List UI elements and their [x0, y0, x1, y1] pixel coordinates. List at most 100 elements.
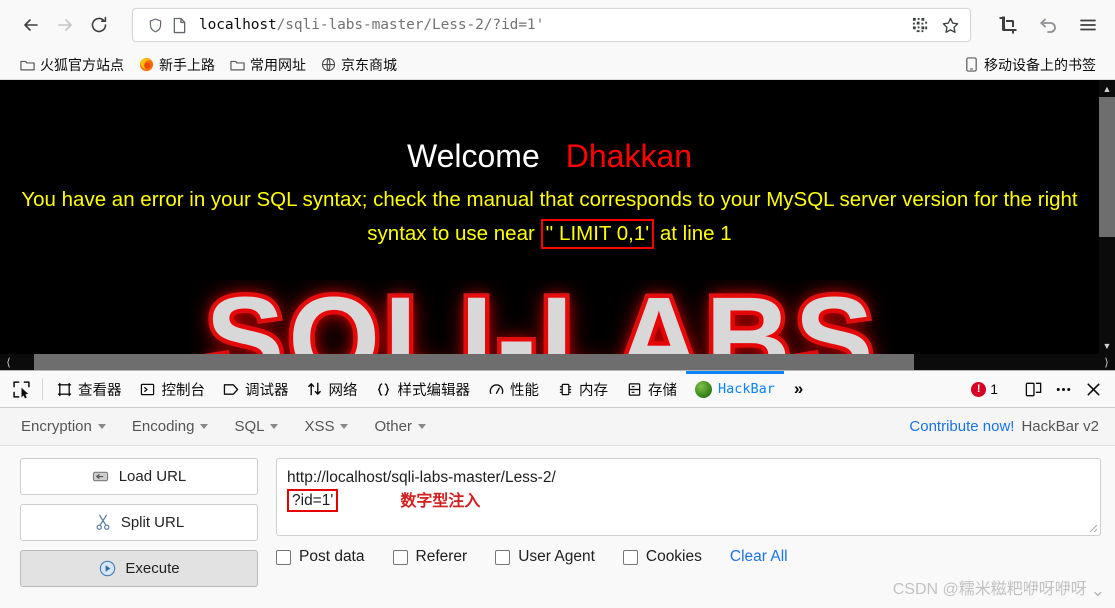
url-textarea-line2: ?id=1' 数字型注入	[287, 489, 1090, 512]
textarea-resize-handle[interactable]	[1086, 521, 1098, 533]
bookmark-item-1[interactable]: 新手上路	[131, 53, 222, 77]
tab-label: 性能	[510, 382, 539, 399]
url-text[interactable]: localhost/sqli-labs-master/Less-2/?id=1'	[191, 17, 906, 33]
reload-button[interactable]	[82, 8, 116, 42]
clear-all-link[interactable]: Clear All	[730, 548, 788, 566]
load-url-button[interactable]: Load URL	[20, 458, 258, 495]
welcome-heading: Welcome Dhakkan	[0, 80, 1099, 175]
checkbox-cookies[interactable]: Cookies	[622, 548, 702, 566]
bookmark-label: 火狐官方站点	[40, 56, 124, 73]
menu-icon[interactable]	[1071, 8, 1105, 42]
checkbox-box[interactable]	[392, 549, 408, 565]
checkbox-label: User Agent	[518, 548, 595, 565]
overflow-chevron-icon: »	[793, 379, 804, 398]
undo-icon[interactable]	[1031, 8, 1065, 42]
page-viewport: Welcome Dhakkan You have an error in your…	[0, 80, 1115, 370]
page-horizontal-scrollbar[interactable]: ⟨ ⟩	[0, 354, 1115, 370]
screenshot-icon[interactable]	[991, 8, 1025, 42]
folder-icon	[229, 57, 245, 73]
star-icon[interactable]	[936, 11, 964, 39]
console-icon	[140, 381, 156, 397]
hackbar-menu-encoding[interactable]: Encoding	[121, 413, 220, 440]
folder-icon	[19, 57, 35, 73]
bookmark-item-0[interactable]: 火狐官方站点	[12, 53, 131, 77]
scroll-up-icon[interactable]: ▲	[1099, 80, 1115, 97]
devtools-tab-storage[interactable]: 存储	[617, 371, 686, 407]
hackbar-menu-other[interactable]: Other	[363, 413, 437, 440]
injection-annotation: 数字型注入	[400, 490, 481, 510]
hackbar-icon	[695, 380, 712, 398]
hackbar-menu-encryption[interactable]: Encryption	[10, 413, 117, 440]
mobile-icon	[963, 57, 979, 73]
hackbar-menu-xss[interactable]: XSS	[293, 413, 359, 440]
qr-code-icon[interactable]	[906, 11, 934, 39]
devtools-tab-inspector[interactable]: 查看器	[47, 371, 131, 407]
tabbar-spacer	[813, 371, 963, 407]
scissors-icon	[94, 514, 112, 532]
execute-button[interactable]: Execute	[20, 550, 258, 587]
url-textarea[interactable]: http://localhost/sqli-labs-master/Less-2…	[276, 458, 1101, 536]
page-vertical-scrollbar[interactable]: ▲ ▼	[1099, 80, 1115, 354]
back-button[interactable]	[14, 8, 48, 42]
devtools-tab-performance[interactable]: 性能	[479, 371, 548, 407]
error-icon: !	[971, 381, 987, 397]
page-banner-text: SQLI-LABS	[201, 280, 878, 354]
browser-window: localhost/sqli-labs-master/Less-2/?id=1'	[0, 0, 1115, 608]
forward-button[interactable]	[48, 8, 82, 42]
page-icon	[167, 17, 191, 34]
chevron-down-icon	[97, 424, 106, 429]
tab-label: 查看器	[78, 382, 122, 399]
devtools-tabbar: 查看器 控制台 调试器 网络 样式编辑器 性能 内存 存储 HackBar » …	[0, 371, 1115, 408]
chevron-down-icon	[417, 424, 426, 429]
element-picker-icon[interactable]	[4, 371, 38, 407]
sql-error-highlight: '' LIMIT 0,1'	[540, 219, 655, 249]
devtools-tab-hackbar[interactable]: HackBar	[686, 371, 784, 407]
page-banner-graphic: SQLI-LABS	[0, 280, 1083, 354]
devtools-tab-style-editor[interactable]: 样式编辑器	[367, 371, 480, 407]
hackbar-menu-sql[interactable]: SQL	[223, 413, 289, 440]
firefox-icon	[138, 57, 154, 73]
checkbox-label: Post data	[299, 548, 365, 565]
more-options-icon[interactable]	[1049, 375, 1077, 403]
address-bar[interactable]: localhost/sqli-labs-master/Less-2/?id=1'	[132, 8, 971, 42]
devtools-tab-network[interactable]: 网络	[298, 371, 367, 407]
button-label: Load URL	[118, 468, 187, 485]
horizontal-scroll-thumb[interactable]	[34, 354, 914, 370]
page-content: Welcome Dhakkan You have an error in your…	[0, 80, 1099, 354]
scroll-right-icon[interactable]: ⟩	[1098, 354, 1115, 370]
checkbox-box[interactable]	[495, 549, 511, 565]
bookmark-item-2[interactable]: 常用网址	[222, 53, 313, 77]
split-url-button[interactable]: Split URL	[20, 504, 258, 541]
scroll-down-icon[interactable]: ▼	[1099, 337, 1115, 354]
tab-label: 网络	[328, 382, 358, 399]
scroll-left-icon[interactable]: ⟨	[0, 354, 17, 370]
load-url-icon	[92, 468, 110, 486]
checkbox-referer[interactable]: Referer	[392, 548, 467, 566]
close-icon[interactable]	[1079, 375, 1107, 403]
vertical-scroll-thumb[interactable]	[1099, 97, 1115, 237]
devtools-tab-console[interactable]: 控制台	[131, 371, 215, 407]
vertical-scroll-track[interactable]	[1099, 97, 1115, 337]
bookmark-label: 京东商城	[341, 56, 397, 73]
contribute-link[interactable]: Contribute now!	[909, 418, 1014, 435]
checkbox-post-data[interactable]: Post data	[276, 548, 365, 566]
tab-label: 控制台	[161, 382, 206, 399]
error-count: 1	[990, 381, 998, 397]
error-count-badge[interactable]: ! 1	[963, 381, 1006, 397]
bookmark-mobile-bookmarks[interactable]: 移动设备上的书签	[956, 53, 1103, 77]
checkbox-user-agent[interactable]: User Agent	[495, 548, 595, 566]
menu-label: XSS	[304, 418, 335, 435]
devtools-tab-overflow[interactable]: »	[784, 371, 813, 407]
horizontal-scroll-track[interactable]	[17, 354, 1098, 370]
menu-label: Encryption	[21, 418, 92, 435]
checkbox-label: Cookies	[645, 548, 702, 565]
devtools-tab-debugger[interactable]: 调试器	[214, 371, 298, 407]
devtools-tab-memory[interactable]: 内存	[548, 371, 617, 407]
tabbar-divider	[42, 378, 43, 400]
checkbox-box[interactable]	[622, 549, 638, 565]
responsive-design-icon[interactable]	[1019, 375, 1047, 403]
bookmark-label: 常用网址	[250, 56, 306, 73]
bookmark-item-3[interactable]: 京东商城	[313, 53, 404, 77]
checkbox-box[interactable]	[276, 549, 291, 565]
storage-icon	[626, 381, 642, 397]
